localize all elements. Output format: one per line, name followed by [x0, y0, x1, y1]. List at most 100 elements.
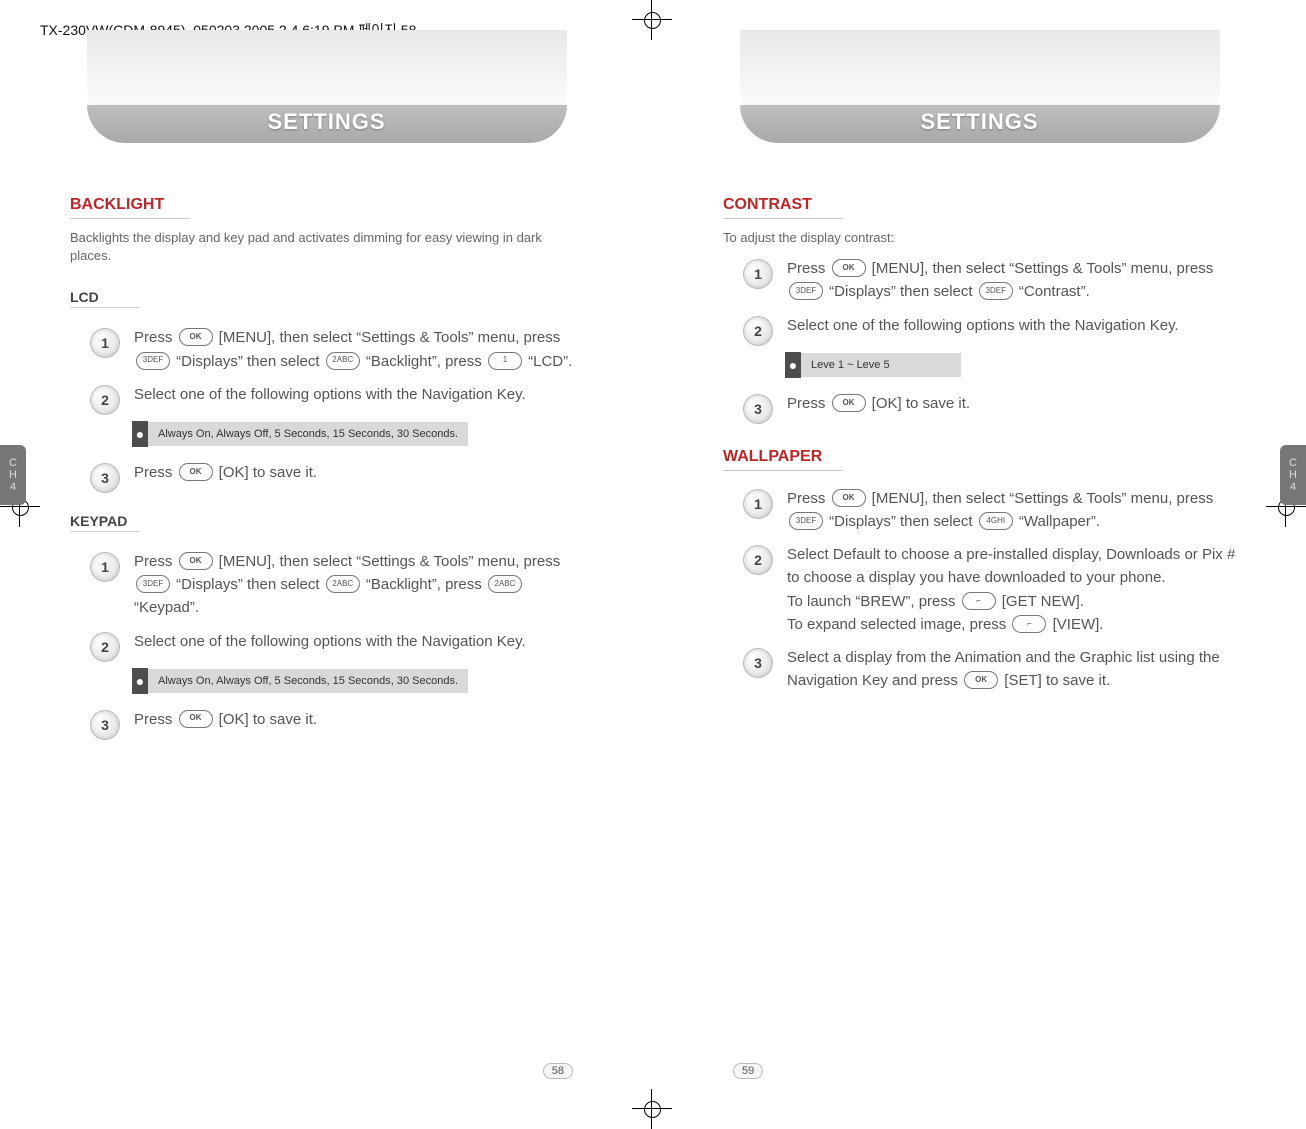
t: “Keypad”. — [134, 599, 199, 616]
step: 3 Select a display from the Animation an… — [743, 646, 1236, 693]
chapter-tab-line: 4 — [10, 481, 16, 493]
t: “Displays” then select — [825, 513, 977, 530]
chapter-tab-line: 4 — [1290, 481, 1296, 493]
chapter-tab: C H 4 — [0, 445, 26, 505]
t: [MENU], then select “Settings & Tools” m… — [215, 329, 561, 346]
ok-key-icon: OK — [964, 671, 998, 689]
bullet-icon: ● — [132, 421, 148, 447]
t: [VIEW]. — [1048, 616, 1103, 633]
note-text: Leve 1 ~ Leve 5 — [801, 353, 961, 377]
page-number-value: 59 — [733, 1063, 763, 1079]
page-number: 58 — [543, 1063, 573, 1079]
t: [SET] to save it. — [1000, 672, 1110, 689]
chapter-tab-line: H — [1289, 469, 1297, 481]
step: 3 Press OK [OK] to save it. — [90, 461, 583, 493]
ok-key-icon: OK — [832, 489, 866, 507]
step-text: Select a display from the Animation and … — [787, 646, 1236, 693]
t: “Contrast”. — [1015, 283, 1090, 300]
t: Press — [787, 490, 830, 507]
step: 2 Select one of the following options wi… — [743, 314, 1236, 346]
step-text: Select one of the following options with… — [134, 383, 526, 406]
step: 3 Press OK [OK] to save it. — [743, 392, 1236, 424]
step-number-icon: 3 — [743, 394, 773, 424]
step-text: Press OK [OK] to save it. — [134, 461, 317, 484]
step: 2 Select Default to choose a pre-install… — [743, 543, 1236, 636]
t: Press — [134, 329, 177, 346]
key-3-icon: 3DEF — [789, 512, 823, 530]
step-number-icon: 3 — [90, 710, 120, 740]
t: “Wallpaper”. — [1015, 513, 1100, 530]
t: [MENU], then select “Settings & Tools” m… — [868, 260, 1214, 277]
bullet-icon: ● — [785, 352, 801, 378]
t: Press — [134, 711, 177, 728]
step-text: Press OK [OK] to save it. — [787, 392, 970, 415]
t: Press — [787, 395, 830, 412]
step-number-icon: 3 — [90, 463, 120, 493]
section-heading-contrast: CONTRAST — [723, 196, 843, 219]
step-text: Press OK [OK] to save it. — [134, 708, 317, 731]
t: [OK] to save it. — [868, 395, 971, 412]
t: “Displays” then select — [825, 283, 977, 300]
section-heading-wallpaper: WALLPAPER — [723, 448, 843, 471]
step-number-icon: 1 — [90, 552, 120, 582]
t: “Displays” then select — [172, 353, 324, 370]
step-number-icon: 3 — [743, 648, 773, 678]
t: Press — [134, 464, 177, 481]
step-text: Press OK [MENU], then select “Settings &… — [787, 487, 1236, 534]
step-text: Press OK [MENU], then select “Settings &… — [134, 326, 583, 373]
page-left: C H 4 SETTINGS BACKLIGHT Backlights the … — [0, 0, 653, 1129]
note-text: Always On, Always Off, 5 Seconds, 15 Sec… — [148, 669, 468, 693]
key-2-icon: 2ABC — [326, 352, 360, 370]
ok-key-icon: OK — [832, 394, 866, 412]
t: “Displays” then select — [172, 576, 324, 593]
chapter-tab-line: C — [9, 457, 17, 469]
key-3-icon: 3DEF — [136, 352, 170, 370]
note-box: ● Always On, Always Off, 5 Seconds, 15 S… — [132, 421, 583, 447]
step: 1 Press OK [MENU], then select “Settings… — [90, 326, 583, 373]
note-box: ● Leve 1 ~ Leve 5 — [785, 352, 1236, 378]
chapter-tab-line: H — [9, 469, 17, 481]
t: “Backlight”, press — [362, 353, 486, 370]
chapter-tab-line: C — [1289, 457, 1297, 469]
note-box: ● Always On, Always Off, 5 Seconds, 15 S… — [132, 668, 583, 694]
step-number-icon: 2 — [743, 545, 773, 575]
key-2-icon: 2ABC — [488, 575, 522, 593]
t: [GET NEW]. — [998, 593, 1084, 610]
t: To launch “BREW”, press — [787, 593, 960, 610]
page-title: SETTINGS — [267, 109, 385, 135]
step-number-icon: 1 — [90, 328, 120, 358]
key-2-icon: 2ABC — [326, 575, 360, 593]
ok-key-icon: OK — [832, 259, 866, 277]
key-3-icon: 3DEF — [979, 282, 1013, 300]
step-text: Select one of the following options with… — [134, 630, 526, 653]
t: “LCD”. — [524, 353, 572, 370]
chapter-tab: C H 4 — [1280, 445, 1306, 505]
t: [MENU], then select “Settings & Tools” m… — [215, 553, 561, 570]
section-heading-backlight: BACKLIGHT — [70, 196, 190, 219]
page-number-value: 58 — [543, 1063, 573, 1079]
ok-key-icon: OK — [179, 710, 213, 728]
subsection-heading-lcd: LCD — [70, 289, 140, 308]
step: 2 Select one of the following options wi… — [90, 383, 583, 415]
step: 1 Press OK [MENU], then select “Settings… — [743, 257, 1236, 304]
key-4-icon: 4GHI — [979, 512, 1013, 530]
page-title-band: SETTINGS — [87, 30, 567, 143]
key-3-icon: 3DEF — [136, 575, 170, 593]
step-number-icon: 1 — [743, 489, 773, 519]
step: 3 Press OK [OK] to save it. — [90, 708, 583, 740]
ok-key-icon: OK — [179, 463, 213, 481]
key-1-icon: 1 — [488, 352, 522, 370]
page-title-band: SETTINGS — [740, 30, 1220, 143]
step-text: Press OK [MENU], then select “Settings &… — [787, 257, 1236, 304]
page-title: SETTINGS — [920, 109, 1038, 135]
step-text: Select Default to choose a pre-installed… — [787, 543, 1236, 636]
ok-key-icon: OK — [179, 328, 213, 346]
step-number-icon: 2 — [90, 385, 120, 415]
section-intro: To adjust the display contrast: — [723, 229, 1236, 247]
softkey-icon: ⌐ — [1012, 615, 1046, 633]
t: [OK] to save it. — [215, 711, 318, 728]
t: Press — [787, 260, 830, 277]
t: Press — [134, 553, 177, 570]
step: 2 Select one of the following options wi… — [90, 630, 583, 662]
step-number-icon: 2 — [90, 632, 120, 662]
